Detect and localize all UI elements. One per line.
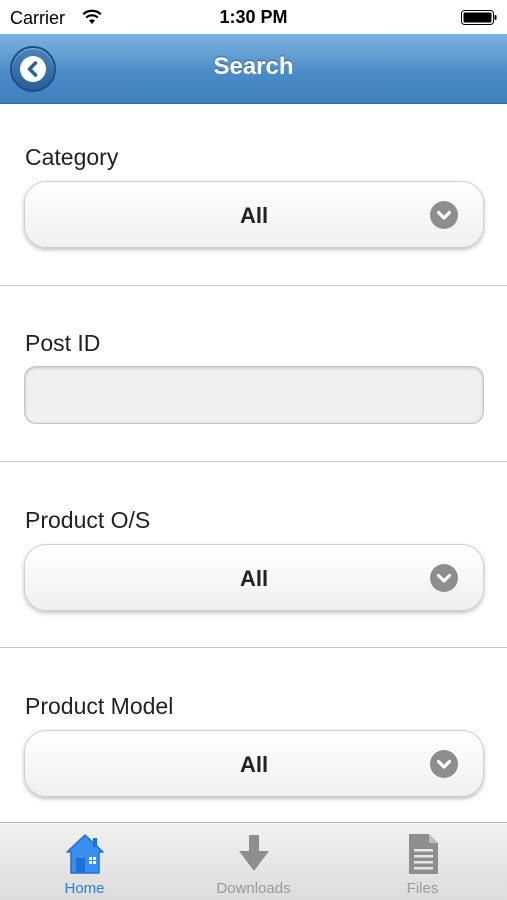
product-model-section: Product Model All xyxy=(0,648,507,822)
post-id-input[interactable] xyxy=(24,366,484,424)
nav-header: Search xyxy=(0,34,507,104)
tab-downloads[interactable]: Downloads xyxy=(169,823,338,900)
product-model-select[interactable]: All xyxy=(24,730,484,797)
product-os-select[interactable]: All xyxy=(24,544,484,611)
download-arrow-icon xyxy=(239,835,269,871)
category-label: Category xyxy=(25,144,119,170)
tab-files[interactable]: Files xyxy=(338,823,507,900)
tab-home-label: Home xyxy=(64,880,105,897)
category-select[interactable]: All xyxy=(24,181,484,248)
chevron-down-icon xyxy=(430,564,458,592)
tab-bar: Home Downloads Files xyxy=(0,822,507,900)
product-model-label: Product Model xyxy=(25,693,174,719)
product-os-select-value: All xyxy=(239,566,269,591)
tab-home[interactable]: Home xyxy=(0,823,169,900)
home-icon xyxy=(66,834,104,874)
battery-icon xyxy=(461,10,497,25)
status-bar: Carrier 1:30 PM xyxy=(0,0,507,34)
post-id-label: Post ID xyxy=(25,330,101,356)
post-id-section: Post ID xyxy=(0,286,507,462)
product-model-select-value: All xyxy=(239,752,269,777)
tab-files-label: Files xyxy=(406,880,439,897)
file-icon xyxy=(409,834,438,874)
tab-downloads-label: Downloads xyxy=(216,880,291,897)
chevron-down-icon xyxy=(430,750,458,778)
product-os-section: Product O/S All xyxy=(0,462,507,648)
product-os-label: Product O/S xyxy=(25,507,151,533)
category-select-value: All xyxy=(239,203,269,228)
status-time: 1:30 PM xyxy=(219,7,288,27)
chevron-down-icon xyxy=(430,201,458,229)
page-title: Search xyxy=(213,53,294,80)
category-section: Category All xyxy=(0,104,507,286)
